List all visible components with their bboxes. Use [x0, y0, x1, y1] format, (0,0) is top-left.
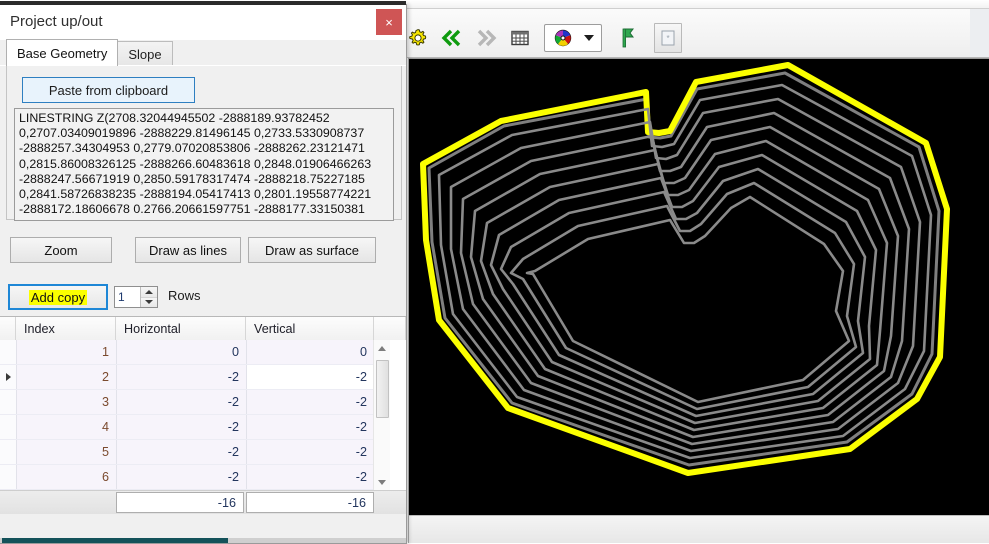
dialog-hscroll-thumb[interactable]: [2, 538, 228, 543]
rows-stepper[interactable]: 1: [114, 286, 158, 308]
row-indicator[interactable]: [0, 415, 17, 439]
tab-bar: Base Geometry Slope: [6, 40, 172, 66]
cell-horizontal[interactable]: -2: [117, 365, 247, 389]
rows-label: Rows: [168, 288, 201, 303]
cell-index[interactable]: 2: [17, 365, 117, 389]
column-header-filler: [374, 317, 406, 340]
rows-stepper-down[interactable]: [141, 298, 157, 308]
row-indicator[interactable]: [0, 340, 17, 364]
scrollbar-thumb[interactable]: [376, 360, 389, 418]
cell-vertical[interactable]: 0: [247, 340, 375, 364]
scroll-up-icon[interactable]: [374, 340, 390, 356]
project-up-out-dialog: Project up/out × Base Geometry Slope Pas…: [0, 4, 407, 544]
chevron-down-icon: [145, 300, 153, 304]
triangle-down-icon: [378, 480, 386, 485]
add-copy-button-label: Add copy: [29, 290, 87, 305]
row-indicator[interactable]: [0, 390, 17, 414]
row-indicator[interactable]: [0, 440, 17, 464]
zoom-button[interactable]: Zoom: [10, 237, 112, 263]
cell-horizontal[interactable]: -2: [117, 465, 247, 489]
footer-horizontal-total[interactable]: -16: [116, 492, 244, 513]
row-indicator[interactable]: [0, 465, 17, 489]
palette-dropdown-icon[interactable]: [579, 24, 599, 52]
cell-index[interactable]: 3: [17, 390, 117, 414]
table-row[interactable]: 100: [0, 340, 390, 365]
row-indicator[interactable]: [0, 365, 17, 389]
offsets-table: Index Horizontal Vertical 1002-2-23-2-24…: [0, 316, 406, 513]
table-body: 1002-2-23-2-24-2-25-2-26-2-27-2-2: [0, 340, 390, 490]
column-header-horizontal[interactable]: Horizontal: [116, 317, 246, 340]
forward-double-right-icon[interactable]: [470, 24, 502, 52]
cell-vertical[interactable]: -2: [247, 415, 375, 439]
green-flag-icon[interactable]: [612, 24, 644, 52]
geometry-text-area[interactable]: LINESTRING Z(2708.32044945502 -2888189.9…: [14, 108, 394, 221]
page-title: Project up/out: [10, 13, 103, 30]
rows-stepper-arrows: [140, 287, 157, 307]
drawing-canvas[interactable]: [408, 58, 989, 515]
draw-as-lines-button[interactable]: Draw as lines: [135, 237, 241, 263]
svg-text:*: *: [666, 34, 669, 43]
snapshot-disabled-icon: *: [654, 23, 682, 53]
cell-vertical[interactable]: -2: [247, 390, 375, 414]
cell-horizontal[interactable]: -2: [117, 390, 247, 414]
cell-index[interactable]: 6: [17, 465, 117, 489]
rewind-double-left-icon[interactable]: [436, 24, 468, 52]
scroll-down-wrap: [374, 474, 390, 490]
add-copy-button[interactable]: Add copy: [8, 284, 108, 310]
dialog-titlebar: Project up/out ×: [0, 5, 406, 41]
close-icon[interactable]: ×: [376, 9, 402, 35]
triangle-up-icon: [378, 346, 386, 351]
footer-vertical-total[interactable]: -16: [246, 492, 374, 513]
scroll-down-icon[interactable]: [374, 474, 390, 490]
grid-table-icon[interactable]: [504, 24, 536, 52]
pit-shell-polygon-graphic: [409, 59, 989, 515]
color-palette-icon[interactable]: [547, 24, 579, 52]
table-header-row: Index Horizontal Vertical: [0, 317, 406, 341]
table-row[interactable]: 3-2-2: [0, 390, 390, 415]
cell-vertical[interactable]: -2: [247, 365, 375, 389]
cell-vertical[interactable]: -2: [247, 465, 375, 489]
table-row[interactable]: 2-2-2: [0, 365, 390, 390]
footer-pad: [0, 491, 116, 514]
app-status-bar: [408, 515, 989, 543]
cell-index[interactable]: 1: [17, 340, 117, 364]
cell-index[interactable]: 4: [17, 415, 117, 439]
table-footer-editor-row: -16 -16: [0, 490, 406, 514]
cell-horizontal[interactable]: -2: [117, 415, 247, 439]
table-vertical-scrollbar[interactable]: [373, 340, 390, 490]
cell-horizontal[interactable]: -2: [117, 440, 247, 464]
chevron-up-icon: [145, 290, 153, 294]
cell-horizontal[interactable]: 0: [117, 340, 247, 364]
cell-vertical[interactable]: -2: [247, 440, 375, 464]
table-right-pad: [390, 340, 406, 490]
app-root: *: [0, 0, 989, 542]
column-header-vertical[interactable]: Vertical: [246, 317, 374, 340]
table-row[interactable]: 5-2-2: [0, 440, 390, 465]
current-row-caret-icon: [6, 373, 11, 381]
main-toolbar: *: [402, 24, 682, 52]
table-row[interactable]: 6-2-2: [0, 465, 390, 490]
rows-stepper-value[interactable]: 1: [115, 287, 140, 307]
tab-base-geometry[interactable]: Base Geometry: [6, 39, 118, 66]
rows-stepper-up[interactable]: [141, 287, 157, 298]
header-row-indicator: [0, 317, 16, 340]
column-header-index[interactable]: Index: [16, 317, 116, 340]
tab-slope[interactable]: Slope: [117, 41, 172, 66]
dialog-horizontal-scrollbar[interactable]: [0, 538, 406, 543]
paste-from-clipboard-button[interactable]: Paste from clipboard: [22, 77, 195, 103]
table-row[interactable]: 4-2-2: [0, 415, 390, 440]
draw-as-surface-button[interactable]: Draw as surface: [248, 237, 376, 263]
cell-index[interactable]: 5: [17, 440, 117, 464]
color-palette-control[interactable]: [544, 24, 602, 52]
toolbar-right-filler: [970, 9, 989, 57]
